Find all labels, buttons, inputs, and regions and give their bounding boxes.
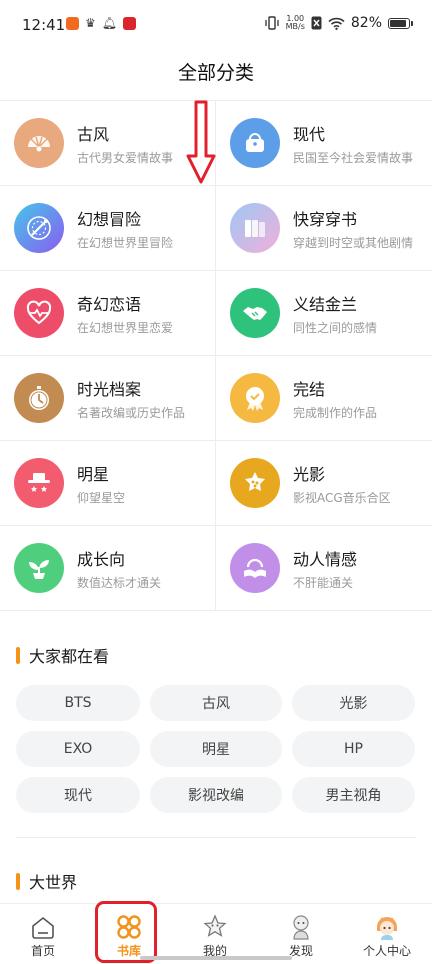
category-desc: 完成制作的作品 [293,406,378,420]
nav-label: 首页 [30,944,55,958]
category-huanxiang-maoxian[interactable]: 幻想冒险 在幻想世界里冒险 [0,186,216,271]
battery-icon [388,17,413,29]
film-palette-icon [230,458,280,508]
crown-icon: ♛ [85,16,96,30]
status-time: 12:41 [22,16,66,34]
category-title: 快穿穿书 [293,210,358,229]
nav-profile[interactable]: 个人中心 [344,904,430,964]
bell-icon: 🔔︎ [101,16,117,30]
bottom-nav: 首页 书库 我的 发现 个人中心 [0,903,432,964]
pocket-watch-icon [14,373,64,423]
handshake-icon [230,288,280,338]
status-system-icons: 1.00 MB/s 82% [264,14,413,31]
app-notification-icon-2 [123,17,136,30]
magic-circle-icon [14,203,64,253]
tag-chip[interactable]: 男主视角 [292,777,415,813]
medal-icon [230,373,280,423]
sim-off-icon [311,16,322,30]
battery-percent: 82% [350,15,382,31]
category-gufeng[interactable]: 古风 古代男女爱情故事 [0,101,216,186]
category-wanjie[interactable]: 完结 完成制作的作品 [216,356,432,441]
app-notification-icon [66,17,79,30]
category-title: 时光档案 [77,380,142,399]
category-dongren-qinggan[interactable]: 动人情感 不肝能通关 [216,526,432,611]
nav-mine[interactable]: 我的 [172,904,258,964]
tag-chip[interactable]: EXO [16,731,140,767]
popular-section-title: 大家都在看 [29,647,110,666]
sprout-icon [14,543,64,593]
tag-chip[interactable]: 光影 [292,685,415,721]
category-desc: 不肝能通关 [293,576,354,590]
character-icon [293,915,309,940]
category-desc: 在幻想世界里恋爱 [77,321,174,335]
world-section-header: 大世界 [16,869,77,893]
handbag-icon [230,118,280,168]
category-title: 幻想冒险 [77,210,142,229]
active-tab-highlight-annotation [95,901,157,963]
tag-chip[interactable]: 古风 [150,685,282,721]
category-yijie-jinlan[interactable]: 义结金兰 同性之间的感情 [216,271,432,356]
section-accent-bar [16,646,20,664]
category-desc: 影视ACG音乐合区 [293,491,391,505]
category-mingxing[interactable]: 明星 仰望星空 [0,441,216,526]
section-divider [16,837,416,838]
star-sticker-icon [203,914,227,937]
category-desc: 穿越到时空或其他剧情 [293,236,414,250]
fan-icon [14,118,64,168]
category-desc: 同性之间的感情 [293,321,378,335]
section-accent-bar [16,872,20,890]
category-title: 义结金兰 [293,295,358,314]
category-desc: 数值达标才通关 [77,576,162,590]
wifi-icon [328,17,345,30]
home-icon [32,916,54,939]
category-title: 明星 [77,465,110,484]
books-icon [230,203,280,253]
category-title: 现代 [293,125,326,144]
heartbeat-icon [14,288,64,338]
tag-chip[interactable]: 影视改编 [150,777,282,813]
category-desc: 仰望星空 [77,491,126,505]
category-qihuan-lianyu[interactable]: 奇幻恋语 在幻想世界里恋爱 [0,271,216,356]
page-title: 全部分类 [177,62,254,84]
category-xiandai[interactable]: 现代 民国至今社会爱情故事 [216,101,432,186]
network-speed: 1.00 MB/s [285,14,305,31]
category-desc: 在幻想世界里冒险 [77,236,174,250]
category-desc: 名著改编或历史作品 [77,406,186,420]
nav-home[interactable]: 首页 [0,904,86,964]
category-chengzhang-xiang[interactable]: 成长向 数值达标才通关 [0,526,216,611]
nav-discover[interactable]: 发现 [258,904,344,964]
down-arrow-annotation-icon [186,100,216,184]
category-title: 完结 [293,380,326,399]
category-grid: 古风 古代男女爱情故事 现代 民国至今社会爱情故事 幻想冒险 在幻想世界里冒险 … [0,101,432,612]
category-title: 成长向 [77,550,126,569]
tag-chip[interactable]: 现代 [16,777,140,813]
tag-chip[interactable]: BTS [16,685,140,721]
status-bar: 12:41 ♛ 🔔︎ 1.00 MB/s 82% [0,0,432,52]
category-title: 动人情感 [293,550,358,569]
popular-tags: BTS 古风 光影 EXO 明星 HP 现代 影视改编 男主视角 [16,685,416,813]
home-indicator[interactable] [140,956,292,960]
star-hat-icon [14,458,64,508]
category-kuaichuan-chuanshu[interactable]: 快穿穿书 穿越到时空或其他剧情 [216,186,432,271]
category-shiguang-dangan[interactable]: 时光档案 名著改编或历史作品 [0,356,216,441]
vibrate-icon [264,16,279,30]
category-title: 奇幻恋语 [77,295,142,314]
category-desc: 民国至今社会爱情故事 [293,151,414,165]
world-section-title: 大世界 [29,873,78,892]
category-guangying[interactable]: 光影 影视ACG音乐合区 [216,441,432,526]
popular-section-header: 大家都在看 [16,643,109,667]
avatar-icon [377,917,397,940]
tag-chip[interactable]: 明星 [150,731,282,767]
tag-chip[interactable]: HP [292,731,415,767]
category-title: 古风 [77,125,110,144]
category-title: 光影 [293,465,326,484]
status-notification-icons: ♛ 🔔︎ [66,17,136,30]
open-book-icon [230,543,280,593]
nav-label: 个人中心 [362,944,411,958]
